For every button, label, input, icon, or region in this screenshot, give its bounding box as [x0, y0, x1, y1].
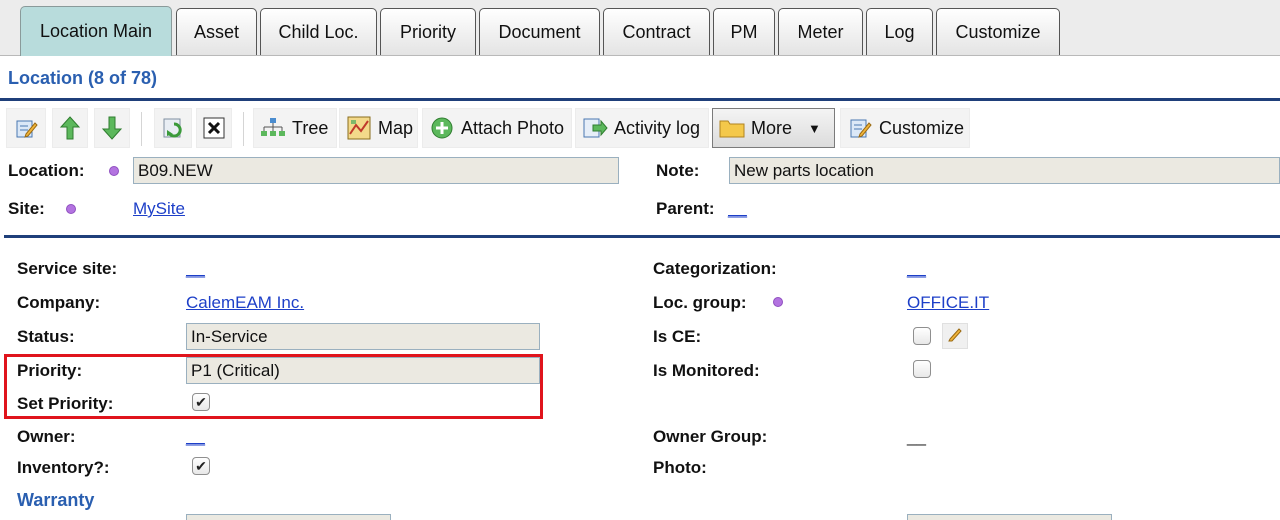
section-divider: [4, 235, 1280, 238]
pencil-icon: [947, 326, 963, 347]
page-title: Location (8 of 78): [8, 68, 158, 88]
required-indicator: [773, 297, 783, 307]
folder-icon: [719, 115, 745, 141]
close-record-button[interactable]: [196, 108, 232, 148]
tree-button[interactable]: Tree: [253, 108, 337, 148]
is-monitored-label: Is Monitored:: [653, 361, 760, 380]
edit-ce-button[interactable]: [942, 323, 968, 349]
parent-label: Parent:: [656, 199, 715, 218]
site-link[interactable]: MySite: [133, 199, 185, 219]
is-ce-checkbox[interactable]: [913, 327, 931, 345]
status-field[interactable]: In-Service: [186, 323, 540, 350]
tab-location-main[interactable]: Location Main: [20, 6, 172, 56]
next-record-button[interactable]: [94, 108, 130, 148]
owner-group-value: __: [907, 427, 926, 446]
photo-field-top: [907, 514, 1112, 520]
tab-priority[interactable]: Priority: [380, 8, 476, 55]
tab-child-loc[interactable]: Child Loc.: [260, 8, 377, 55]
attach-photo-button[interactable]: Attach Photo: [422, 108, 572, 148]
loc-group-label: Loc. group:: [653, 293, 747, 312]
location-label: Location:: [8, 161, 85, 180]
customize-button[interactable]: Customize: [840, 108, 970, 148]
owner-label: Owner:: [17, 427, 76, 446]
customize-icon: [847, 115, 873, 141]
title-bar: Location (8 of 78): [0, 57, 1280, 101]
activity-log-label: Activity log: [614, 117, 701, 138]
tab-log[interactable]: Log: [866, 8, 933, 55]
tab-document[interactable]: Document: [479, 8, 600, 55]
refresh-icon: [161, 115, 187, 141]
photo-label: Photo:: [653, 458, 707, 477]
toolbar: Tree Map Attach Photo Activity log More …: [0, 104, 1280, 152]
tab-customize[interactable]: Customize: [936, 8, 1060, 55]
tab-contract[interactable]: Contract: [603, 8, 710, 55]
categorization-link[interactable]: __: [907, 259, 926, 279]
export-icon: [582, 115, 608, 141]
inventory-label: Inventory?:: [17, 458, 110, 477]
warranty-field-top: [186, 514, 391, 520]
attach-photo-label: Attach Photo: [461, 117, 565, 138]
site-label: Site:: [8, 199, 45, 218]
tree-button-label: Tree: [292, 117, 329, 138]
is-ce-label: Is CE:: [653, 327, 702, 346]
map-icon: [346, 115, 372, 141]
edit-icon: [13, 115, 39, 141]
required-indicator: [66, 204, 76, 214]
location-field[interactable]: B09.NEW: [133, 157, 619, 184]
tab-strip: Location Main Asset Child Loc. Priority …: [0, 0, 1280, 56]
more-menu-button[interactable]: More ▼: [712, 108, 835, 148]
note-field[interactable]: New parts location: [729, 157, 1280, 184]
arrow-down-icon: [101, 115, 123, 141]
arrow-up-icon: [59, 115, 81, 141]
loc-group-link[interactable]: OFFICE.IT: [907, 293, 989, 313]
tab-meter[interactable]: Meter: [778, 8, 863, 55]
map-button-label: Map: [378, 117, 414, 138]
priority-highlight-box: [4, 354, 543, 419]
previous-record-button[interactable]: [52, 108, 88, 148]
add-circle-icon: [429, 115, 455, 141]
is-monitored-checkbox[interactable]: [913, 360, 931, 378]
service-site-label: Service site:: [17, 259, 118, 278]
owner-group-label: Owner Group:: [653, 427, 768, 446]
warranty-section-title: Warranty: [17, 490, 95, 510]
status-label: Status:: [17, 327, 75, 346]
tab-asset[interactable]: Asset: [176, 8, 257, 55]
owner-link[interactable]: __: [186, 427, 205, 447]
inventory-checkbox[interactable]: ✔: [192, 457, 210, 475]
activity-log-button[interactable]: Activity log: [575, 108, 709, 148]
chevron-down-icon: ▼: [808, 120, 821, 136]
map-button[interactable]: Map: [339, 108, 418, 148]
parent-link[interactable]: __: [728, 199, 747, 219]
required-indicator: [109, 166, 119, 176]
service-site-link[interactable]: __: [186, 259, 205, 279]
customize-label: Customize: [879, 117, 965, 138]
categorization-label: Categorization:: [653, 259, 777, 278]
toolbar-separator: [243, 112, 244, 146]
company-label: Company:: [17, 293, 101, 312]
note-label: Note:: [656, 161, 700, 180]
more-menu-label: More: [751, 117, 793, 138]
tree-icon: [260, 115, 286, 141]
tab-pm[interactable]: PM: [713, 8, 775, 55]
edit-button[interactable]: [6, 108, 46, 148]
company-link[interactable]: CalemEAM Inc.: [186, 293, 304, 313]
refresh-button[interactable]: [154, 108, 192, 148]
toolbar-separator: [141, 112, 142, 146]
close-icon: [203, 115, 225, 141]
